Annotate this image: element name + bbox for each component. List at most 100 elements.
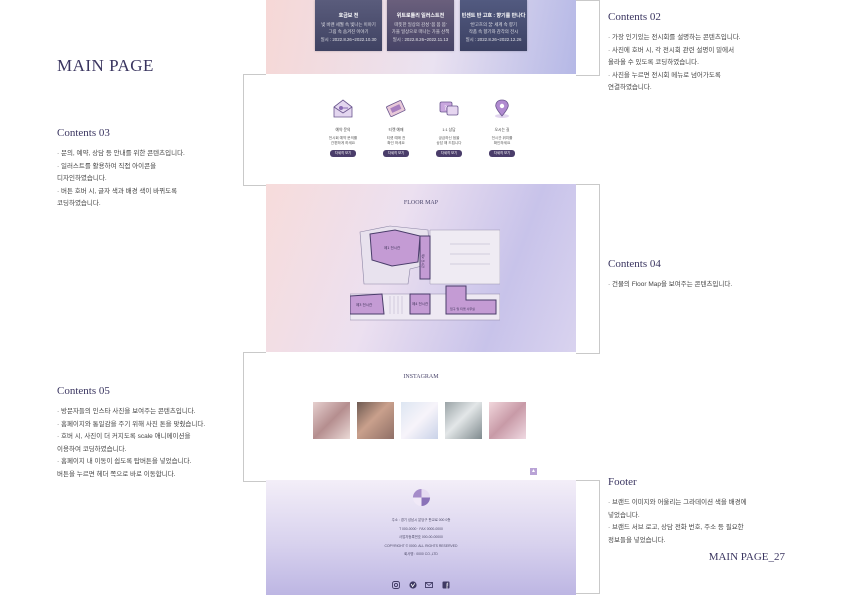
- note-heading: Footer: [608, 476, 637, 488]
- note-line: · 호버 시, 사진이 더 커지도록 scale 애니메이션을: [57, 433, 191, 440]
- note-line: 올라올 수 있도록 코딩하였습니다.: [608, 59, 699, 66]
- service-detail-button[interactable]: 자세히 보기: [435, 150, 463, 157]
- floor-map-title: FLOOR MAP: [403, 200, 439, 206]
- instagram-icon[interactable]: [392, 576, 401, 589]
- footer-line: 회사명 : 0000 CO.,LTD: [404, 552, 438, 556]
- envelope-key-icon: [333, 99, 353, 118]
- instagram-section: INSTAGRAM ▲: [266, 352, 576, 480]
- note-contents-02: Contents 02 · 가장 인기있는 전시회를 설명하는 콘텐츠입니다. …: [608, 11, 741, 95]
- note-heading: Contents 04: [608, 258, 661, 270]
- bracket-contents-05: [243, 352, 267, 482]
- exhibition-desc: '반고흐의 꿈' 세계 속 향기: [470, 21, 517, 27]
- service-directions: 오시는 길 전시관 위치를 확인하세요 자세히 보기: [476, 98, 528, 157]
- instagram-title: INSTAGRAM: [403, 374, 439, 380]
- ticket-icon: [386, 100, 406, 117]
- service-reservation: 예약 문의 전시회 예약 문의를 간편하게 하세요 자세히 보기: [317, 98, 369, 157]
- note-line: 연결하였습니다.: [608, 84, 652, 91]
- note-line: · 브랜드 이미지와 어울리는 그라데이션 색을 배경에: [608, 499, 747, 506]
- note-line: · 사진을 누르면 전시회 메뉴로 넘어가도록: [608, 71, 721, 79]
- vimeo-icon[interactable]: [409, 576, 417, 589]
- note-line: · 브랜드 서브 로고, 상담 전화 번호, 주소 등 필요한: [608, 524, 744, 531]
- note-line: 디자인하였습니다.: [57, 175, 107, 182]
- chat-bubble-icon: ?: [439, 101, 459, 116]
- exhibition-period: 일시 : 2022.8.26~2022.12.26: [465, 36, 522, 42]
- exhibition-period: 일시 : 2022.8.26~2022.10.30: [320, 36, 377, 42]
- service-detail-button[interactable]: 자세히 보기: [382, 150, 410, 157]
- exhibition-desc: 가을 일상으로 떠나는 가을 산책: [391, 29, 450, 34]
- note-contents-04: Contents 04 · 건물의 Floor Map을 보여주는 콘텐츠입니다…: [608, 258, 732, 292]
- note-line: 넣었습니다.: [608, 511, 640, 519]
- room-label: 제1 전시관: [384, 245, 401, 250]
- exhibition-card[interactable]: 호금보 전 빛 바랜 세월 속 빛나는 이야기 그림 속 숨겨진 이야기 일시 …: [315, 0, 382, 51]
- floor-map-section: FLOOR MAP 제1 전시관 제2 전시관 제3 전시관 제4 전시관 입구…: [266, 184, 576, 352]
- bracket-contents-04: [576, 184, 600, 354]
- facebook-icon[interactable]: [442, 576, 450, 589]
- instagram-photo[interactable]: [401, 402, 438, 439]
- mail-icon[interactable]: [425, 576, 434, 588]
- note-line: · 문의, 예약, 상담 등 안내를 위한 콘텐츠입니다.: [57, 150, 185, 157]
- room-label: 제4 전시관: [412, 301, 429, 306]
- footer-line: COPYRIGHT © 0000. ALL RIGHTS RESERVED: [384, 543, 458, 548]
- service-desc: 상담 해 드립니다: [436, 141, 462, 145]
- footer-section: 주소 : 경기 성남시 분당구 판교로 000 0층 T 000-0000 · …: [266, 480, 576, 595]
- exhibition-title: 위트로틀리 일러스트전: [396, 13, 445, 19]
- brand-sub-logo: [412, 488, 431, 507]
- note-line: · 홈페이지 내 이동이 쉽도록 탑버튼을 넣었습니다.: [57, 458, 192, 465]
- service-consult: ? 1:1 상담 궁금하신 점을 상담 해 드립니다 자세히 보기: [423, 98, 475, 157]
- service-desc: 확인하세요: [493, 141, 511, 145]
- bracket-footer: [576, 480, 600, 594]
- services-section: 예약 문의 전시회 예약 문의를 간편하게 하세요 자세히 보기 티켓 예매 티…: [266, 74, 576, 184]
- room-label: 제3 전시관: [356, 302, 373, 307]
- footer-info: 주소 : 경기 성남시 분당구 판교로 000 0층 T 000-0000 · …: [266, 516, 576, 559]
- footer-line: 사업자등록번호 000-00-00000: [399, 535, 443, 539]
- exhibition-card[interactable]: 빈센트 반 고흐 : 향기를 만나다 '반고흐의 꿈' 세계 속 향기 작품 속…: [460, 0, 527, 51]
- note-heading: Contents 05: [57, 385, 110, 397]
- room-label: 제2 전시관: [421, 254, 426, 268]
- note-line: 버튼을 누르면 헤더 쪽으로 바로 이동합니다.: [57, 470, 176, 478]
- note-line: · 방문자들의 인스타 사진을 보여주는 콘텐츠입니다.: [57, 408, 196, 415]
- instagram-photo[interactable]: [445, 402, 482, 439]
- room-label: 입구 및 티켓 사무실: [450, 306, 475, 311]
- bracket-contents-02: [576, 0, 600, 76]
- website-mockup: 호금보 전 빛 바랜 세월 속 빛나는 이야기 그림 속 숨겨진 이야기 일시 …: [266, 0, 576, 595]
- svg-text:?: ?: [444, 105, 447, 112]
- service-name: 티켓 예매: [388, 128, 404, 132]
- exhibition-desc: 작품 속 향기와 감각의 전시: [468, 29, 519, 34]
- instagram-photo[interactable]: [313, 402, 350, 439]
- note-line: · 건물의 Floor Map을 보여주는 콘텐츠입니다.: [608, 281, 733, 288]
- note-heading: Contents 03: [57, 127, 110, 139]
- instagram-photo[interactable]: [489, 402, 526, 439]
- footer-line: 주소 : 경기 성남시 분당구 판교로 000 0층: [391, 518, 451, 522]
- map-pin-icon: [495, 99, 509, 118]
- note-contents-03: Contents 03 · 문의, 예약, 상담 등 안내를 위한 콘텐츠입니다…: [57, 127, 185, 211]
- service-detail-button[interactable]: 자세히 보기: [329, 150, 357, 157]
- service-detail-button[interactable]: 자세히 보기: [488, 150, 516, 157]
- note-line: · 사진에 호버 시, 각 전시회 관련 설명이 밑에서: [608, 46, 735, 54]
- exhibition-desc: 빛 바랜 세월 속 빛나는 이야기: [321, 21, 376, 27]
- page-title: MAIN PAGE: [57, 56, 154, 75]
- service-name: 오시는 길: [494, 128, 510, 132]
- exhibition-desc: 그림 속 숨겨진 이야기: [328, 29, 369, 34]
- bracket-contents-03: [243, 74, 267, 186]
- note-heading: Contents 02: [608, 11, 661, 23]
- exhibition-desc: 따뜻한 일상의 감성 '봄 봄 봄': [394, 21, 447, 27]
- floor-map-diagram: 제1 전시관 제2 전시관 제3 전시관 제4 전시관 입구 및 티켓 사무실: [350, 225, 500, 321]
- service-desc: 확인 하세요: [387, 141, 405, 145]
- exhibition-card[interactable]: 위트로틀리 일러스트전 따뜻한 일상의 감성 '봄 봄 봄' 가을 일상으로 떠…: [387, 0, 454, 51]
- exhibition-title: 빈센트 반 고흐 : 향기를 만나다: [461, 13, 526, 19]
- footer-line: T 000-0000 · FAX 0000-0000: [399, 526, 443, 531]
- service-name: 1:1 상담: [442, 128, 456, 132]
- note-line: 이용하여 코딩하였습니다.: [57, 445, 127, 453]
- service-desc: 간편하게 하세요: [330, 141, 356, 145]
- instagram-photo[interactable]: [357, 402, 394, 439]
- exhibition-title: 호금보 전: [338, 13, 359, 19]
- service-name: 예약 문의: [335, 128, 351, 132]
- note-line: · 홈페이지와 통일감을 주기 위해 사진 톤을 맞췄습니다.: [57, 420, 206, 428]
- note-line: · 가장 인기있는 전시회를 설명하는 콘텐츠입니다.: [608, 34, 741, 41]
- exhibition-period: 일시 : 2022.8.26~2022.11.13: [392, 36, 449, 42]
- exhibition-section: 호금보 전 빛 바랜 세월 속 빛나는 이야기 그림 속 숨겨진 이야기 일시 …: [266, 0, 576, 74]
- note-line: · 일러스트를 활용하여 직접 아이콘을: [57, 162, 157, 170]
- top-button[interactable]: ▲: [530, 468, 537, 475]
- note-line: 코딩하였습니다.: [57, 200, 101, 207]
- note-contents-05: Contents 05 · 방문자들의 인스타 사진을 보여주는 콘텐츠입니다.…: [57, 385, 205, 481]
